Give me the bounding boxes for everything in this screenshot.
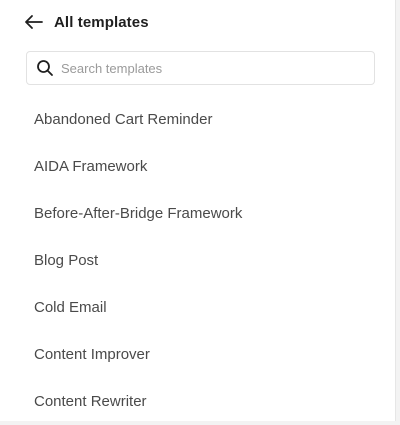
template-item-before-after-bridge-framework[interactable]: Before-After-Bridge Framework: [0, 190, 396, 237]
search-input[interactable]: [61, 60, 351, 76]
template-list: Abandoned Cart Reminder AIDA Framework B…: [0, 96, 396, 425]
template-item-abandoned-cart-reminder[interactable]: Abandoned Cart Reminder: [0, 96, 396, 143]
panel-title: All templates: [54, 13, 149, 31]
arrow-left-icon: [24, 10, 46, 34]
template-item-aida-framework[interactable]: AIDA Framework: [0, 143, 396, 190]
search-icon: [35, 58, 55, 78]
search-box[interactable]: [26, 51, 375, 85]
template-item-content-rewriter[interactable]: Content Rewriter: [0, 378, 396, 425]
templates-panel: All templates Abandoned Cart Reminder AI…: [0, 0, 396, 421]
template-item-cold-email[interactable]: Cold Email: [0, 284, 396, 331]
template-item-blog-post[interactable]: Blog Post: [0, 237, 396, 284]
template-item-content-improver[interactable]: Content Improver: [0, 331, 396, 378]
back-to-all-templates-button[interactable]: All templates: [24, 10, 149, 34]
